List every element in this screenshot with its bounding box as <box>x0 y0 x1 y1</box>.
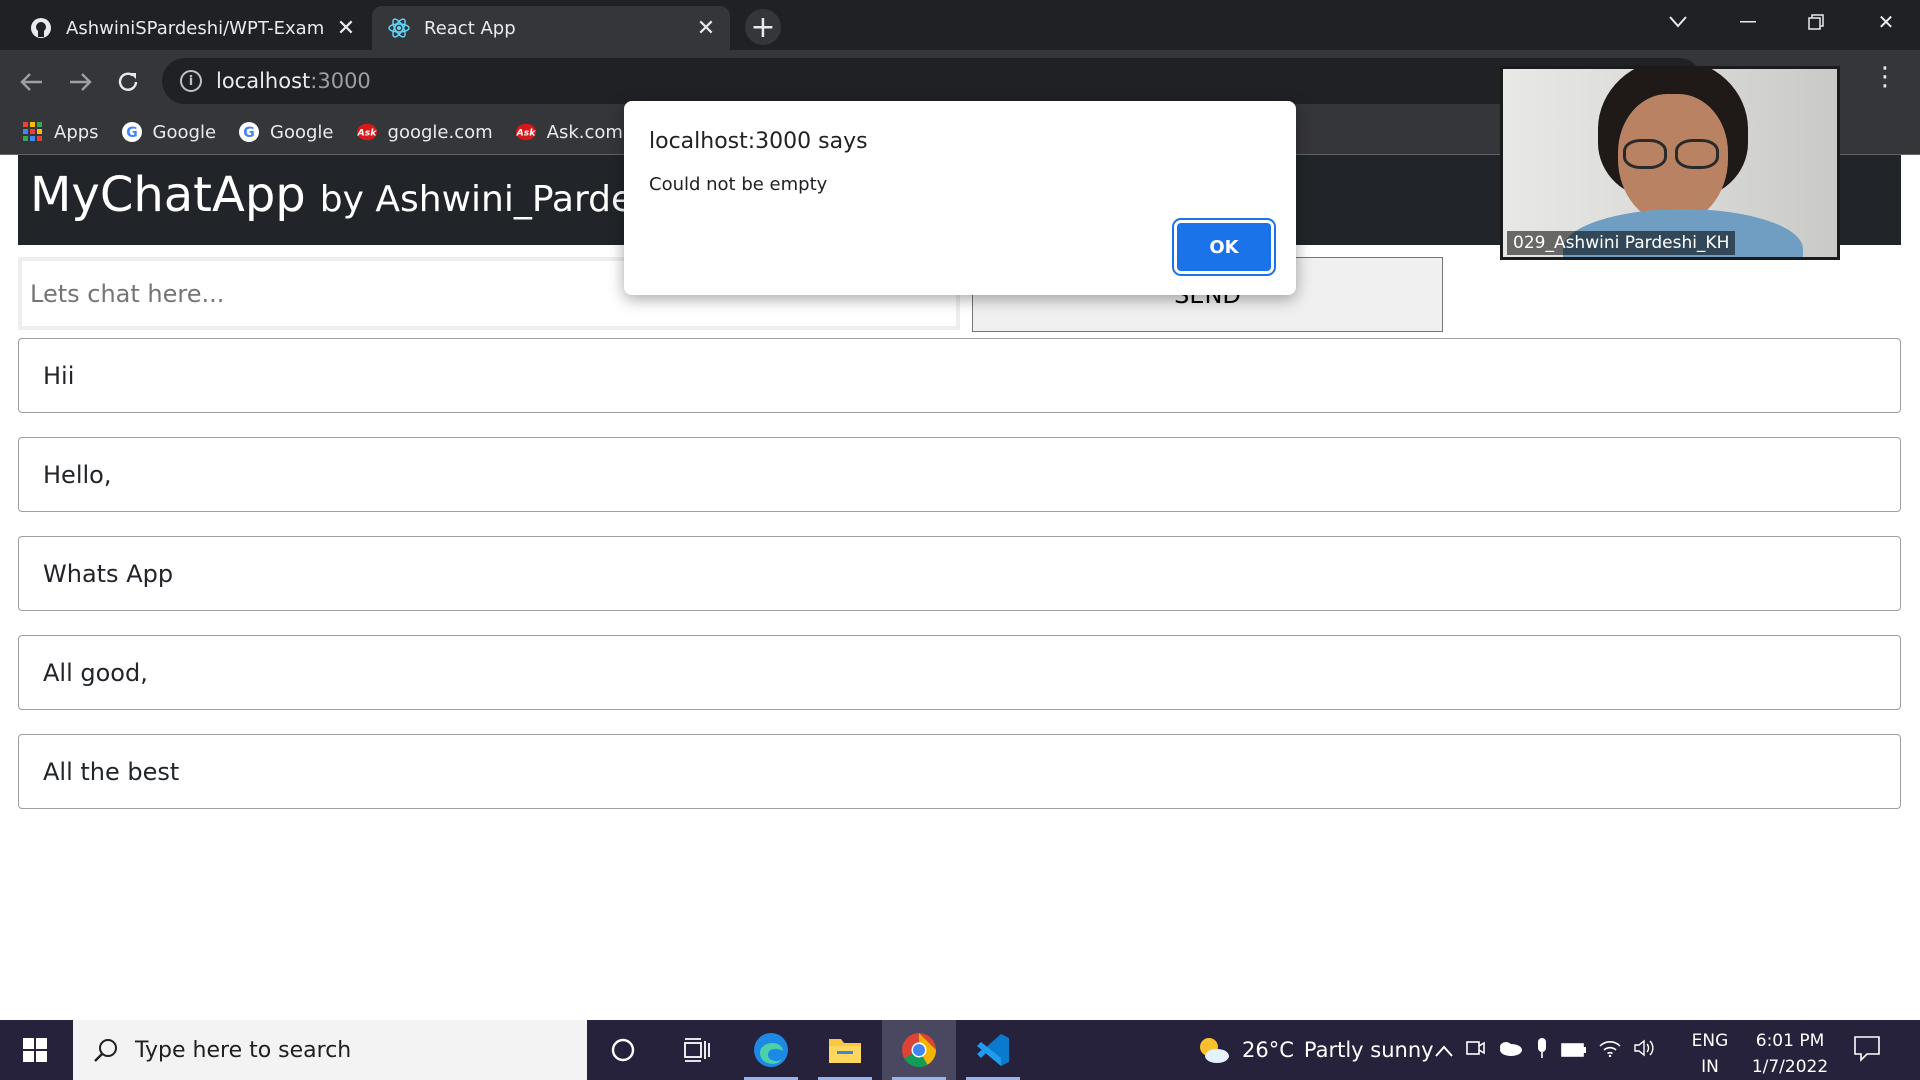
weather-desc: Partly sunny <box>1303 1038 1434 1062</box>
taskbar-search[interactable]: Type here to search <box>73 1020 587 1080</box>
bookmark-label: Google <box>152 121 217 143</box>
bookmark-label: Google <box>270 121 334 143</box>
task-view-icon[interactable] <box>660 1020 734 1080</box>
microphone-icon[interactable] <box>1535 1037 1549 1064</box>
google-icon: G <box>238 121 260 143</box>
language-indicator[interactable]: ENG IN <box>1690 1028 1730 1080</box>
forward-arrow-icon[interactable] <box>60 62 100 102</box>
menu-kebab-icon[interactable]: ⋮ <box>1870 62 1900 92</box>
react-icon <box>388 17 410 39</box>
vscode-icon[interactable] <box>956 1020 1030 1080</box>
back-arrow-icon[interactable] <box>12 62 52 102</box>
search-placeholder: Type here to search <box>135 1037 352 1063</box>
tab-react-app[interactable]: React App ✕ <box>372 6 730 50</box>
message-item: All the best <box>18 734 1901 809</box>
new-tab-button[interactable]: + <box>745 9 781 45</box>
weather-widget[interactable]: 26°C Partly sunny <box>1196 1020 1434 1080</box>
info-icon[interactable]: i <box>180 70 202 92</box>
message-list: Hii Hello, Whats App All good, All the b… <box>18 338 1901 833</box>
message-item: Whats App <box>18 536 1901 611</box>
cortana-icon[interactable] <box>586 1020 660 1080</box>
alert-dialog: localhost:3000 says Could not be empty O… <box>624 101 1296 295</box>
bookmark-label: Ask.com <box>546 121 623 143</box>
bookmark-label: google.com <box>387 121 493 143</box>
meet-now-icon[interactable] <box>1465 1038 1485 1062</box>
svg-text:G: G <box>126 125 138 141</box>
dialog-message: Could not be empty <box>649 174 828 195</box>
minimize-button[interactable] <box>1718 0 1778 44</box>
ask-icon: Ask <box>515 121 537 143</box>
url-port: :3000 <box>310 69 371 93</box>
ask-icon: Ask <box>356 121 378 143</box>
participant-name: 029_Ashwini Pardeshi_KH <box>1507 231 1736 255</box>
file-explorer-icon[interactable] <box>808 1020 882 1080</box>
windows-start-icon[interactable] <box>0 1020 70 1080</box>
bookmarks-bar: Apps G Google G Google Ask google.com As… <box>0 112 623 152</box>
taskbar: Type here to search 26°C Partly sunny EN… <box>0 1020 1920 1080</box>
bookmark-google-2[interactable]: G Google <box>238 121 334 143</box>
system-tray <box>1435 1020 1669 1080</box>
edge-icon[interactable] <box>734 1020 808 1080</box>
notification-icon[interactable] <box>1853 1034 1883 1064</box>
volume-icon[interactable] <box>1633 1038 1657 1063</box>
video-call-thumbnail[interactable]: 029_Ashwini Pardeshi_KH <box>1500 66 1840 260</box>
bookmark-google-1[interactable]: G Google <box>121 121 216 143</box>
dialog-title: localhost:3000 says <box>649 129 868 154</box>
close-icon[interactable]: ✕ <box>332 14 360 42</box>
glasses-icon <box>1675 139 1719 169</box>
message-item: Hello, <box>18 437 1901 512</box>
battery-icon[interactable] <box>1561 1038 1587 1062</box>
clock-date: 1/7/2022 <box>1751 1057 1829 1077</box>
bookmark-apps[interactable]: Apps <box>22 121 99 143</box>
svg-text:Ask: Ask <box>515 128 536 139</box>
chevron-up-icon[interactable] <box>1435 1038 1453 1062</box>
github-icon <box>30 17 52 39</box>
chrome-icon[interactable] <box>882 1020 956 1080</box>
bookmark-ask-com[interactable]: Ask Ask.com <box>515 121 623 143</box>
bookmark-google-com[interactable]: Ask google.com <box>356 121 493 143</box>
address-bar[interactable]: i localhost:3000 <box>162 58 1702 104</box>
clock[interactable]: 6:01 PM 1/7/2022 <box>1740 1028 1840 1080</box>
close-icon[interactable]: ✕ <box>692 14 720 42</box>
tab-github[interactable]: AshwiniSPardeshi/WPT-Exam ✕ <box>14 6 370 50</box>
search-icon <box>91 1035 121 1065</box>
message-item: Hii <box>18 338 1901 413</box>
weather-temp: 26°C <box>1242 1038 1294 1062</box>
ok-button[interactable]: OK <box>1177 223 1271 271</box>
wifi-icon[interactable] <box>1599 1038 1621 1062</box>
onedrive-icon[interactable] <box>1497 1038 1523 1062</box>
tab-search-icon[interactable] <box>1648 0 1708 44</box>
partly-sunny-icon <box>1196 1035 1230 1065</box>
close-window-button[interactable]: ✕ <box>1856 0 1916 44</box>
svg-text:Ask: Ask <box>356 128 377 139</box>
app-subtitle: by Ashwini_Pardesh <box>319 179 675 220</box>
lang-region: IN <box>1701 1057 1719 1077</box>
restore-button[interactable] <box>1786 0 1846 44</box>
svg-text:G: G <box>243 125 255 141</box>
bookmark-label: Apps <box>54 121 99 143</box>
url-host: localhost <box>216 69 311 93</box>
apps-grid-icon <box>22 121 44 143</box>
lang-primary: ENG <box>1691 1031 1729 1051</box>
clock-time: 6:01 PM <box>1755 1031 1825 1051</box>
message-item: All good, <box>18 635 1901 710</box>
reload-icon[interactable] <box>108 62 148 102</box>
glasses-icon <box>1623 139 1667 169</box>
google-icon: G <box>121 121 143 143</box>
tab-title: AshwiniSPardeshi/WPT-Exam <box>66 17 325 39</box>
browser-tab-strip: AshwiniSPardeshi/WPT-Exam ✕ React App ✕ … <box>0 0 1920 50</box>
app-title: MyChatApp <box>30 167 306 223</box>
tab-title: React App <box>424 17 516 39</box>
